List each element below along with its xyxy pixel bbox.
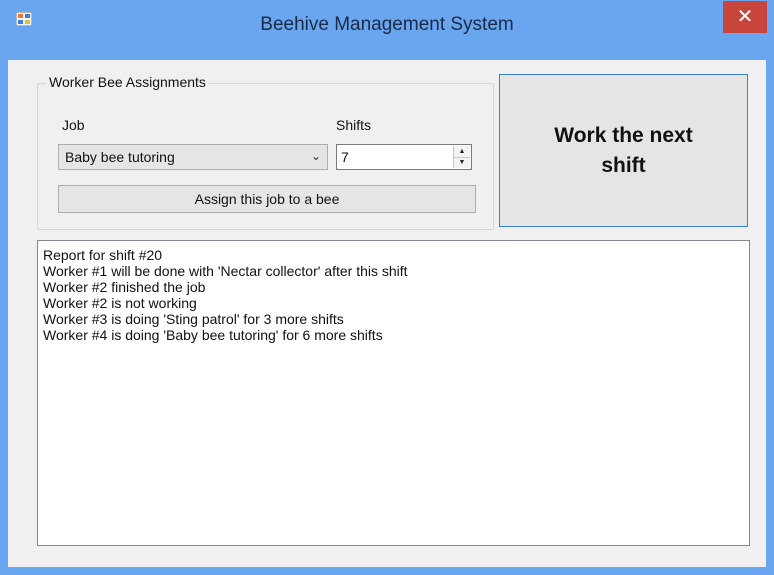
report-line: Worker #2 finished the job bbox=[43, 279, 206, 295]
job-dropdown[interactable]: Baby bee tutoring ⌄ bbox=[58, 144, 328, 170]
close-icon: ✕ bbox=[736, 6, 754, 28]
close-button[interactable]: ✕ bbox=[723, 1, 767, 33]
chevron-down-icon: ⌄ bbox=[310, 149, 321, 163]
stepper-down-icon[interactable]: ▼ bbox=[454, 157, 470, 168]
work-next-shift-button[interactable]: Work the next shift bbox=[499, 74, 748, 227]
worker-assignments-group: Worker Bee Assignments Job Shifts Baby b… bbox=[37, 74, 494, 230]
report-line: Worker #1 will be done with 'Nectar coll… bbox=[43, 263, 408, 279]
window-title: Beehive Management System bbox=[260, 14, 514, 35]
assign-job-button[interactable]: Assign this job to a bee bbox=[58, 185, 476, 213]
job-dropdown-value: Baby bee tutoring bbox=[65, 149, 175, 165]
shift-report-textbox[interactable]: Report for shift #20 Worker #1 will be d… bbox=[37, 240, 750, 546]
report-line: Worker #2 is not working bbox=[43, 295, 197, 311]
client-area: Worker Bee Assignments Job Shifts Baby b… bbox=[8, 60, 766, 567]
shifts-stepper[interactable]: 7 ▲ ▼ bbox=[336, 144, 472, 170]
title-bar[interactable]: Beehive Management System ✕ bbox=[0, 0, 774, 62]
stepper-buttons: ▲ ▼ bbox=[453, 146, 470, 168]
report-line: Report for shift #20 bbox=[43, 247, 163, 263]
job-label: Job bbox=[62, 117, 85, 133]
main-window: Beehive Management System ✕ Worker Bee A… bbox=[0, 0, 774, 575]
group-title: Worker Bee Assignments bbox=[46, 74, 209, 90]
shifts-value[interactable]: 7 bbox=[341, 149, 349, 165]
shifts-label: Shifts bbox=[336, 117, 372, 133]
report-line: Worker #4 is doing 'Baby bee tutoring' f… bbox=[43, 327, 383, 343]
report-line: Worker #3 is doing 'Sting patrol' for 3 … bbox=[43, 311, 344, 327]
